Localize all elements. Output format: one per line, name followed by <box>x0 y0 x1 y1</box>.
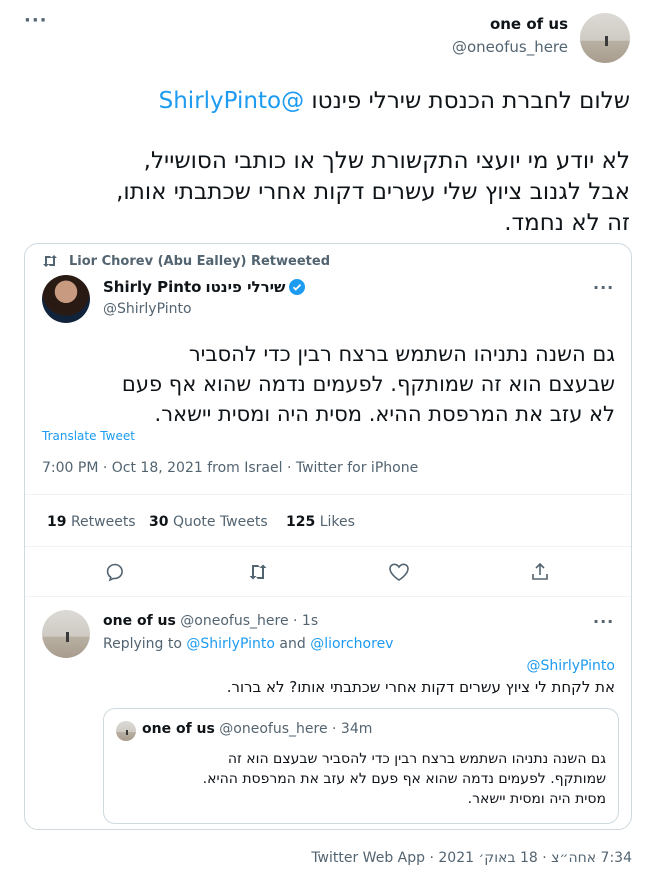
quoted-text-line: שמותקף. לפעמים נדמה שהוא אף פעם לא עזב א… <box>202 771 606 787</box>
replying-and: and <box>279 636 306 652</box>
tweet-paragraph-line: זה לא נחמד. <box>504 210 630 236</box>
retweets-stat[interactable]: 19 Retweets <box>47 514 136 530</box>
tweet-paragraph: לא יודע מי יועצי התקשורת שלך או כותבי הס… <box>20 146 630 239</box>
translate-tweet-link[interactable]: Translate Tweet <box>42 429 135 443</box>
quoted-author-line: one of us @oneofus_here · 34m <box>142 721 372 737</box>
tweet-timestamp[interactable]: 7:00 PM · Oct 18, 2021 from Israel · Twi… <box>42 460 418 476</box>
divider <box>25 596 631 597</box>
author-handle[interactable]: @oneofus_here <box>452 38 568 56</box>
divider <box>25 494 631 495</box>
replying-user-link[interactable]: @liorchorev <box>310 636 393 652</box>
author-name-en: Shirly Pinto <box>103 278 202 296</box>
replying-user-link[interactable]: @ShirlyPinto <box>186 636 275 652</box>
retweets-label: Retweets <box>70 514 136 530</box>
quoted-tweet-card[interactable]: one of us @oneofus_here · 34m גם השנה נת… <box>103 708 619 824</box>
more-options-icon[interactable]: ··· <box>593 614 614 630</box>
likes-label: Likes <box>319 514 355 530</box>
retweet-icon[interactable] <box>247 562 269 582</box>
reply-author-line[interactable]: one of us @oneofus_here · 1s <box>103 613 318 629</box>
reply-author-avatar[interactable] <box>42 610 90 658</box>
quotes-count: 30 <box>149 514 169 530</box>
quoted-author-avatar <box>116 721 136 741</box>
shirly-avatar[interactable] <box>42 275 90 323</box>
embedded-text-line: גם השנה נתניהו השתמש ברצח רבין כדי להסבי… <box>188 342 615 366</box>
more-options-icon[interactable]: ··· <box>593 280 614 296</box>
share-icon[interactable] <box>530 562 550 582</box>
retweet-icon <box>42 254 58 268</box>
replying-prefix: Replying to <box>103 636 182 652</box>
quoted-text-line: מסית היה ומסית יישאר. <box>467 791 606 807</box>
tweet-text-line1: שלום לחברת הכנסת שירלי פינטו @ShirlyPint… <box>30 86 630 116</box>
author-name-he: שירלי פינטו <box>205 278 286 296</box>
embedded-author-handle[interactable]: @ShirlyPinto <box>103 301 192 317</box>
tweet-paragraph-line: לא יודע מי יועצי התקשורת שלך או כותבי הס… <box>143 148 630 174</box>
reply-author-handle-time: @oneofus_here · 1s <box>180 613 319 629</box>
reply-text: את לקחת לי ציוץ עשרים דקות אחרי שכתבתי א… <box>226 678 615 696</box>
reply-mention-link[interactable]: @ShirlyPinto <box>526 658 615 674</box>
reply-author-name: one of us <box>103 613 176 629</box>
divider <box>25 546 631 547</box>
embedded-author-line[interactable]: Shirly Pinto שירלי פינטו <box>103 278 306 296</box>
like-icon[interactable] <box>388 562 410 582</box>
verified-badge-icon <box>289 279 306 295</box>
likes-stat[interactable]: 125 Likes <box>286 514 355 530</box>
mention-link[interactable]: @ShirlyPinto <box>159 88 304 114</box>
embedded-tweet-text: גם השנה נתניהו השתמש ברצח רבין כדי להסבי… <box>35 339 615 429</box>
quoted-author-handle-time: @oneofus_here · 34m <box>219 721 373 737</box>
quoted-author-name: one of us <box>142 721 215 737</box>
tweet-paragraph-line: אבל לגנוב ציוץ שלי עשרים דקות אחרי שכתבת… <box>116 179 630 205</box>
embedded-text-line: לא עזב את המרפסת ההיא. מסית היה ומסית יי… <box>154 402 615 426</box>
more-options-icon[interactable]: ··· <box>24 12 48 30</box>
quoted-tweet-text: גם השנה נתניהו השתמש ברצח רבין כדי להסבי… <box>116 749 606 809</box>
quotes-label: Quote Tweets <box>172 514 268 530</box>
author-avatar[interactable] <box>580 13 630 63</box>
tweet-text-greeting: שלום לחברת הכנסת שירלי פינטו <box>304 88 630 114</box>
author-name[interactable]: one of us <box>490 15 568 33</box>
replying-to-line: Replying to @ShirlyPinto and @liorchorev <box>103 636 393 652</box>
quoted-text-line: גם השנה נתניהו השתמש ברצח רבין כדי להסבי… <box>227 751 606 767</box>
reply-icon[interactable] <box>105 562 125 582</box>
retweets-count: 19 <box>47 514 67 530</box>
quote-tweets-stat[interactable]: 30 Quote Tweets <box>149 514 268 530</box>
tweet-footer-meta[interactable]: 7:34 אחה״צ · 18 באוק׳ 2021 · Twitter Web… <box>311 850 632 866</box>
retweeted-by-label[interactable]: Lior Chorev (Abu Ealley) Retweeted <box>69 254 330 269</box>
embedded-tweet-card[interactable]: Lior Chorev (Abu Ealley) Retweeted Shirl… <box>24 243 632 830</box>
likes-count: 125 <box>286 514 316 530</box>
embedded-text-line: שבעצם הוא זה שמותקף. לפעמים נדמה שהוא אף… <box>121 372 615 396</box>
